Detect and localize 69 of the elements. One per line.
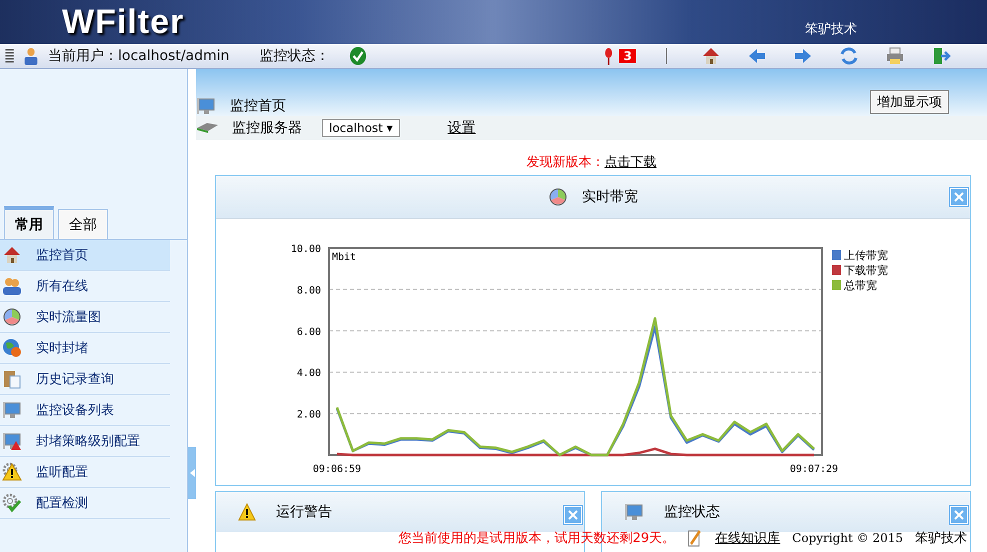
server-icon [196, 122, 218, 134]
legend-label: 上传带宽 [844, 249, 888, 262]
axis-tick-label: 6.00 [296, 326, 321, 338]
warning-icon [238, 502, 256, 522]
house-icon [2, 245, 22, 265]
close-icon [568, 510, 578, 520]
server-dropdown[interactable]: localhost ▾ [322, 119, 400, 138]
sidebar-tab[interactable]: 全部 [58, 209, 108, 239]
back-arrow-icon[interactable] [746, 46, 767, 66]
refresh-icon[interactable] [838, 46, 859, 66]
settings-link[interactable]: 设置 [448, 119, 476, 138]
knowledge-base-link[interactable]: 在线知识库 [715, 529, 780, 547]
axis-tick-label: 09:07:29 [790, 464, 838, 475]
footer-company: 笨驴技术 [915, 530, 967, 547]
sidebar-item[interactable]: 实时封堵 [0, 333, 170, 364]
copyright: Copyright © 2015 [792, 531, 903, 545]
axis-tick-label: 09:06:59 [312, 464, 362, 475]
gear-warning-icon [2, 462, 22, 482]
axis-unit-label: Mbit [332, 252, 356, 263]
panel-title: 监控状态 [664, 503, 720, 521]
home-icon[interactable] [700, 46, 721, 66]
user-icon [22, 46, 40, 66]
add-display-button[interactable]: 增加显示项 [870, 90, 949, 114]
legend-label: 总带宽 [844, 279, 877, 292]
close-button[interactable] [564, 506, 582, 524]
panel-title: 实时带宽 [582, 188, 638, 206]
sidebar-item[interactable]: 监听配置 [0, 457, 170, 488]
close-button[interactable] [950, 188, 968, 206]
alert-count-badge[interactable]: 3 [619, 49, 636, 63]
close-icon [954, 510, 964, 520]
axis-tick-label: 8.00 [296, 285, 321, 296]
monitor-icon [196, 96, 216, 116]
close-icon [954, 192, 964, 202]
sidebar-item[interactable]: 历史记录查询 [0, 364, 170, 395]
current-user-label: 当前用户：localhost/admin [48, 47, 230, 65]
monitor-icon [624, 502, 644, 522]
people-icon [2, 276, 22, 296]
monitor-status-label: 监控状态： [259, 47, 330, 65]
printer-icon[interactable] [884, 46, 905, 66]
forward-arrow-icon[interactable] [792, 46, 813, 66]
monitor-icon [2, 400, 22, 420]
panel-title: 运行警告 [276, 503, 332, 521]
gear-check-icon [2, 493, 22, 513]
sidebar-item[interactable]: 所有在线 [0, 271, 170, 302]
sidebar-item[interactable]: 监控首页 [0, 240, 170, 271]
sidebar-item[interactable]: 实时流量图 [0, 302, 170, 333]
monitor-warning-icon [2, 431, 22, 451]
sidebar-item[interactable]: 封堵策略级别配置 [0, 426, 170, 457]
logo: WFilter [62, 2, 184, 42]
sidebar-item[interactable]: 监控设备列表 [0, 395, 170, 426]
server-label: 监控服务器 [232, 119, 302, 138]
pencil-icon [687, 528, 704, 548]
close-button[interactable] [950, 506, 968, 524]
sidebar-item[interactable]: 配置检测 [0, 488, 170, 519]
pie-chart-icon [2, 307, 22, 327]
sidebar-tab[interactable]: 常用 [4, 206, 54, 239]
axis-tick-label: 10.00 [290, 244, 321, 255]
axis-tick-label: 4.00 [296, 368, 321, 380]
check-icon [349, 46, 368, 66]
pie-chart-icon [548, 187, 568, 207]
download-link[interactable]: 点击下载 [604, 155, 656, 170]
globe-icon [2, 338, 22, 358]
new-version-notice: 发现新版本：点击下载 [526, 155, 656, 170]
company-name: 笨驴技术 [805, 21, 857, 38]
legend-label: 下载带宽 [844, 264, 888, 277]
axis-tick-label: 2.00 [296, 410, 321, 421]
collapse-handle[interactable] [188, 447, 196, 499]
page-title: 监控首页 [230, 97, 286, 116]
trial-notice: 您当前使用的是试用版本，试用天数还剩29天。 [398, 530, 676, 547]
